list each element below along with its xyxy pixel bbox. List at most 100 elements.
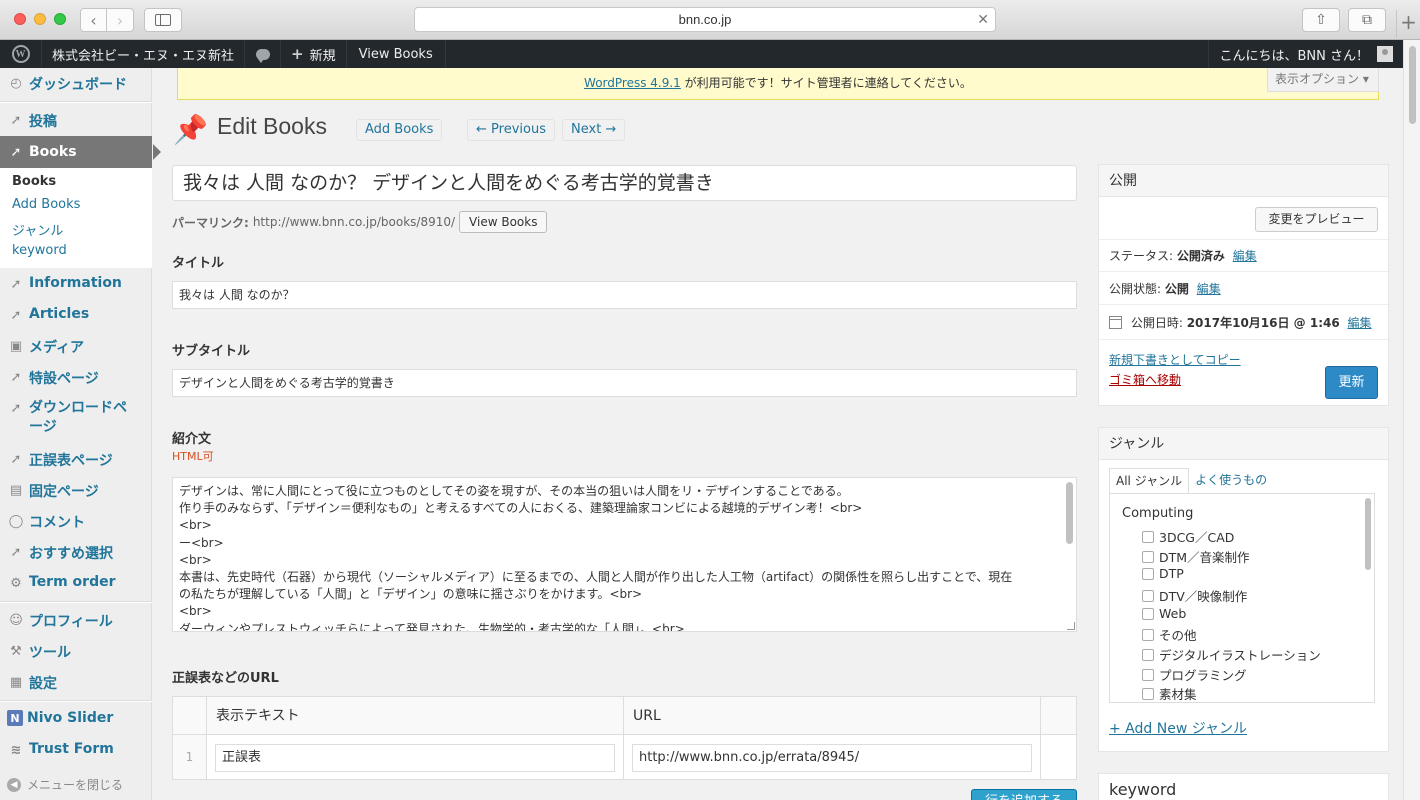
copy-as-draft-link[interactable]: 新規下書きとしてコピー [1109, 351, 1241, 368]
genre-checkbox-item[interactable]: その他 [1142, 625, 1197, 644]
next-button[interactable]: Next → [562, 119, 626, 141]
genre-checkbox-item[interactable]: 素材集 [1142, 684, 1197, 702]
menu-item-media[interactable]: ▣ メディア [0, 337, 152, 357]
subtitle-field-input[interactable]: デザインと人間をめぐる考古学的覚書き [172, 369, 1077, 397]
menu-item-posts[interactable]: ➚ 投稿 [0, 111, 152, 131]
row-url-input[interactable]: http://www.bnn.co.jp/errata/8945/ [632, 744, 1032, 772]
menu-item-dashboard[interactable]: ◴ ダッシュボード [0, 74, 152, 94]
textarea-scrollbar[interactable] [1066, 482, 1073, 544]
greeting-text: こんにちは、BNN さん！ [1219, 48, 1369, 64]
comments-icon[interactable] [245, 40, 282, 68]
genre-checkbox-item[interactable]: デジタルイラストレーション [1142, 645, 1321, 664]
menu-item-nivo-slider[interactable]: N Nivo Slider [0, 710, 152, 726]
move-to-trash-link[interactable]: ゴミ箱へ移動 [1109, 371, 1181, 388]
screen-options-button[interactable]: 表示オプション ▾ [1267, 68, 1379, 92]
row-number[interactable]: 1 [173, 735, 206, 779]
submenu-item-genre[interactable]: ジャンル [12, 220, 63, 239]
zoom-window-button[interactable] [54, 13, 66, 25]
genre-checkbox-item[interactable]: DTP [1142, 566, 1184, 581]
date-label: 公開日時: [1130, 316, 1183, 330]
view-books-link[interactable]: View Books [347, 40, 446, 68]
previous-button[interactable]: ← Previous [467, 119, 555, 141]
avatar [1377, 46, 1393, 62]
menu-item-comments[interactable]: ◯ コメント [0, 512, 152, 532]
menu-item-errata-pages[interactable]: ➚ 正誤表ページ [0, 450, 152, 470]
menu-item-pages[interactable]: ▤ 固定ページ [0, 481, 152, 501]
add-books-button[interactable]: Add Books [356, 119, 443, 141]
submenu-item-books[interactable]: Books [12, 174, 56, 189]
menu-item-articles[interactable]: ➚ Articles [0, 306, 152, 324]
column-header-url: URL [633, 708, 661, 724]
collapse-menu-button[interactable]: ◀ メニューを閉じる [7, 776, 123, 793]
sidebar-toggle-icon[interactable] [144, 8, 182, 32]
permalink-url[interactable]: http://www.bnn.co.jp/books/8910/ [253, 215, 455, 229]
menu-label: 投稿 [29, 114, 57, 130]
admin-menu: ◴ ダッシュボード ➚ 投稿 ➚ Books Books Add Books ジ… [0, 68, 161, 800]
add-new-genre-link[interactable]: + Add New ジャンル [1109, 718, 1247, 738]
wp-logo-icon[interactable]: W [0, 40, 42, 68]
update-notice: WordPress 4.9.1 が利用可能です！サイト管理者に連絡してください。 [177, 68, 1379, 100]
settings-icon: ▦ [9, 674, 23, 690]
errata-field-label: 正誤表などのURL [172, 671, 279, 686]
edit-visibility-link[interactable]: 編集 [1197, 282, 1221, 296]
add-row-button[interactable]: 行を追加する [971, 789, 1077, 800]
menu-item-recommended[interactable]: ➚ おすすめ選択 [0, 543, 152, 563]
textarea-line: <br> [179, 518, 212, 533]
tab-most-used[interactable]: よく使うもの [1189, 468, 1273, 494]
submenu-item-add-books[interactable]: Add Books [12, 197, 80, 212]
menu-item-books[interactable]: ➚ Books [0, 136, 161, 168]
menu-item-term-order[interactable]: ⚙ Term order [0, 574, 152, 592]
menu-label: Nivo Slider [27, 710, 114, 726]
pin-icon: ➚ [10, 451, 22, 467]
tabs-overview-icon[interactable]: ⧉ [1348, 8, 1386, 32]
media-icon: ▣ [9, 338, 23, 354]
back-icon[interactable]: ‹ [81, 9, 107, 31]
share-icon[interactable]: ⇧ [1302, 8, 1340, 32]
minimize-window-button[interactable] [34, 13, 46, 25]
genre-checkbox-item[interactable]: 3DCG／CAD [1142, 527, 1234, 546]
genre-scrollbar[interactable] [1365, 498, 1371, 570]
site-name-link[interactable]: 株式会社ビー・エヌ・エヌ新社 [42, 40, 246, 68]
row-text-input[interactable]: 正誤表 [215, 744, 615, 772]
update-button[interactable]: 更新 [1325, 366, 1378, 399]
edit-date-link[interactable]: 編集 [1348, 316, 1372, 330]
window-scrollbar[interactable] [1403, 40, 1420, 800]
wordpress-version-link[interactable]: WordPress 4.9.1 [584, 76, 681, 90]
address-bar[interactable]: bnn.co.jp ✕ [414, 7, 996, 32]
genre-checkbox-item[interactable]: Web [1142, 606, 1186, 621]
new-content-link[interactable]: + 新規 [281, 40, 347, 68]
menu-item-tools[interactable]: ⚒ ツール [0, 642, 152, 662]
menu-item-information[interactable]: ➚ Information [0, 275, 152, 293]
forward-icon[interactable]: › [107, 9, 133, 31]
dashboard-icon: ◴ [10, 75, 22, 91]
pin-icon: ➚ [10, 112, 22, 128]
title-field-input[interactable]: 我々は 人間 なのか？ [172, 281, 1077, 309]
view-books-button[interactable]: View Books [459, 211, 548, 233]
menu-item-download-pages[interactable]: ➚ ダウンロードページ [0, 399, 140, 437]
new-tab-icon[interactable]: + [1396, 10, 1420, 38]
submenu-item-keyword[interactable]: keyword [12, 243, 67, 258]
menu-item-special-pages[interactable]: ➚ 特設ページ [0, 368, 152, 388]
genre-checkbox-item[interactable]: DTM／音楽制作 [1142, 547, 1250, 566]
intro-textarea[interactable]: デザインは、常に人間にとって役に立つものとしてその姿を現すが、その本当の狙いは人… [172, 477, 1077, 632]
status-value: 公開済み [1176, 249, 1225, 263]
close-window-button[interactable] [14, 13, 26, 25]
edit-status-link[interactable]: 編集 [1233, 249, 1257, 263]
pin-icon: ➚ [10, 276, 22, 292]
tab-all-genres[interactable]: All ジャンル [1109, 468, 1190, 494]
publish-heading: 公開 [1099, 165, 1388, 197]
stop-icon[interactable]: ✕ [977, 8, 989, 31]
my-account-link[interactable]: こんにちは、BNN さん！ [1208, 40, 1403, 68]
genre-checkbox-item[interactable]: プログラミング [1142, 665, 1247, 684]
post-title-input[interactable]: 我々は 人間 なのか？ デザインと人間をめぐる考古学的覚書き [172, 165, 1077, 201]
pin-icon: ➚ [10, 400, 22, 416]
preview-changes-button[interactable]: 変更をプレビュー [1255, 207, 1378, 232]
menu-label: ツール [29, 645, 71, 661]
resize-handle[interactable] [1067, 622, 1075, 630]
menu-item-profile[interactable]: ☺ プロフィール [0, 611, 152, 631]
textarea-line: ー<br> [179, 535, 224, 550]
status-label: ステータス: [1109, 249, 1174, 263]
genre-checkbox-item[interactable]: DTV／映像制作 [1142, 586, 1247, 605]
menu-item-trust-form[interactable]: ≋ Trust Form [0, 741, 152, 759]
menu-item-settings[interactable]: ▦ 設定 [0, 673, 152, 693]
